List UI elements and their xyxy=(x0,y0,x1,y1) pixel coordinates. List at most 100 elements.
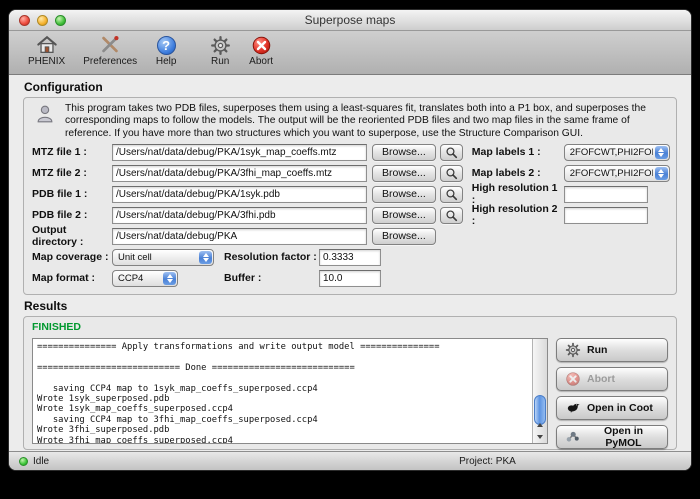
map-format-label: Map format : xyxy=(32,272,112,284)
console-scrollbar[interactable] xyxy=(532,339,547,443)
preferences-label: Preferences xyxy=(83,56,137,67)
results-heading: Results xyxy=(24,299,677,313)
map-labels-1-value: 2FOFCWT,PHI2FOF... xyxy=(570,147,653,158)
results-run-button[interactable]: Run xyxy=(556,338,668,362)
pdb-file-1-input[interactable] xyxy=(112,186,367,203)
magnifier-icon xyxy=(444,208,459,223)
high-resolution-2-label: High resolution 2 : xyxy=(472,203,564,227)
magnifier-icon xyxy=(444,166,459,181)
mtz-file-2-inspect-button[interactable] xyxy=(440,165,463,182)
map-labels-1-dropdown[interactable]: 2FOFCWT,PHI2FOF... xyxy=(564,144,670,161)
pdb-file-2-inspect-button[interactable] xyxy=(440,207,463,224)
output-directory-row: Output directory : Browse... xyxy=(32,228,668,245)
dropdown-arrows-icon xyxy=(655,146,668,159)
output-directory-input[interactable] xyxy=(112,228,367,245)
open-in-coot-label: Open in Coot xyxy=(587,402,653,414)
mtz-file-1-input[interactable] xyxy=(112,144,367,161)
help-label: Help xyxy=(156,56,177,67)
pdb-file-2-label: PDB file 2 : xyxy=(32,209,112,221)
pdb-file-1-row: PDB file 1 : Browse... High resolution 1… xyxy=(32,186,668,203)
action-buttons: Run Abort xyxy=(556,338,668,449)
scroll-down-icon[interactable] xyxy=(533,431,547,443)
help-button[interactable]: ? Help xyxy=(148,33,184,68)
open-in-coot-button[interactable]: Open in Coot xyxy=(556,396,668,420)
tools-icon xyxy=(99,34,121,56)
phenix-button[interactable]: PHENIX xyxy=(21,33,72,68)
run-label: Run xyxy=(211,56,229,67)
map-labels-2-label: Map labels 2 : xyxy=(472,167,564,179)
pdb-file-1-browse-button[interactable]: Browse... xyxy=(372,186,436,203)
close-button[interactable] xyxy=(19,15,30,26)
resolution-factor-input[interactable] xyxy=(319,249,381,266)
results-abort-button[interactable]: Abort xyxy=(556,367,668,391)
minimize-button[interactable] xyxy=(37,15,48,26)
pdb-file-2-input[interactable] xyxy=(112,207,367,224)
map-format-dropdown[interactable]: CCP4 xyxy=(112,270,178,287)
console-output: =============== Apply transformations an… xyxy=(32,338,548,444)
zoom-button[interactable] xyxy=(55,15,66,26)
window-title: Superpose maps xyxy=(305,13,396,27)
status-indicator-icon xyxy=(19,457,28,466)
mtz-file-2-row: MTZ file 2 : Browse... Map labels 2 : 2F… xyxy=(32,165,668,182)
buffer-input[interactable] xyxy=(319,270,381,287)
dropdown-arrows-icon xyxy=(199,251,212,264)
map-format-value: CCP4 xyxy=(118,273,143,284)
map-labels-2-dropdown[interactable]: 2FOFCWT,PHI2FOF... xyxy=(564,165,670,182)
configuration-panel: This program takes two PDB files, superp… xyxy=(23,97,677,295)
gear-icon xyxy=(209,34,231,56)
pdb-file-2-row: PDB file 2 : Browse... High resolution 2… xyxy=(32,207,668,224)
program-description: This program takes two PDB files, superp… xyxy=(34,103,666,140)
coot-bird-icon xyxy=(564,399,581,416)
dropdown-arrows-icon xyxy=(163,272,176,285)
window-controls xyxy=(19,15,66,26)
status-text: Idle xyxy=(33,456,49,467)
high-resolution-1-input[interactable] xyxy=(564,186,648,203)
magnifier-icon xyxy=(444,187,459,202)
abort-icon xyxy=(250,34,272,56)
map-coverage-label: Map coverage : xyxy=(32,251,112,263)
status-badge: FINISHED xyxy=(32,321,668,333)
abort-label: Abort xyxy=(249,56,273,67)
mtz-file-2-input[interactable] xyxy=(112,165,367,182)
open-in-pymol-button[interactable]: Open in PyMOL xyxy=(556,425,668,449)
app-window: Superpose maps PHENIX Preferences xyxy=(8,9,692,471)
scroll-up-icon[interactable] xyxy=(533,419,547,431)
description-text: This program takes two PDB files, superp… xyxy=(65,103,665,140)
map-coverage-dropdown[interactable]: Unit cell xyxy=(112,249,214,266)
pdb-file-1-inspect-button[interactable] xyxy=(440,186,463,203)
high-resolution-2-input[interactable] xyxy=(564,207,648,224)
home-icon xyxy=(36,34,58,56)
project-label: Project: PKA xyxy=(459,456,516,467)
run-button[interactable]: Run xyxy=(202,33,238,68)
mtz-file-1-label: MTZ file 1 : xyxy=(32,146,112,158)
resolution-factor-label: Resolution factor : xyxy=(224,251,319,263)
results-abort-label: Abort xyxy=(587,373,615,385)
mtz-file-1-inspect-button[interactable] xyxy=(440,144,463,161)
mtz-file-1-browse-button[interactable]: Browse... xyxy=(372,144,436,161)
results-panel: FINISHED =============== Apply transform… xyxy=(23,316,677,450)
status-bar: Idle Project: PKA xyxy=(9,451,691,470)
mtz-file-2-browse-button[interactable]: Browse... xyxy=(372,165,436,182)
map-coverage-row: Map coverage : Unit cell Resolution fact… xyxy=(32,249,668,266)
phenix-label: PHENIX xyxy=(28,56,65,67)
map-labels-2-value: 2FOFCWT,PHI2FOF... xyxy=(570,168,653,179)
mtz-file-2-label: MTZ file 2 : xyxy=(32,167,112,179)
magnifier-icon xyxy=(444,145,459,160)
gear-icon xyxy=(564,341,581,358)
mtz-file-1-row: MTZ file 1 : Browse... Map labels 1 : 2F… xyxy=(32,144,668,161)
open-in-pymol-label: Open in PyMOL xyxy=(587,425,660,449)
abort-icon xyxy=(564,370,581,387)
configuration-heading: Configuration xyxy=(24,80,677,94)
main-content: Configuration This program takes two PDB… xyxy=(9,76,691,451)
console-text: =============== Apply transformations an… xyxy=(33,339,547,444)
pdb-file-1-label: PDB file 1 : xyxy=(32,188,112,200)
abort-button[interactable]: Abort xyxy=(242,33,280,68)
output-directory-browse-button[interactable]: Browse... xyxy=(372,228,436,245)
results-run-label: Run xyxy=(587,344,607,356)
wizard-icon xyxy=(34,103,56,130)
title-bar[interactable]: Superpose maps xyxy=(9,10,691,31)
help-icon: ? xyxy=(155,34,177,56)
preferences-button[interactable]: Preferences xyxy=(76,33,144,68)
dropdown-arrows-icon xyxy=(655,167,668,180)
pdb-file-2-browse-button[interactable]: Browse... xyxy=(372,207,436,224)
